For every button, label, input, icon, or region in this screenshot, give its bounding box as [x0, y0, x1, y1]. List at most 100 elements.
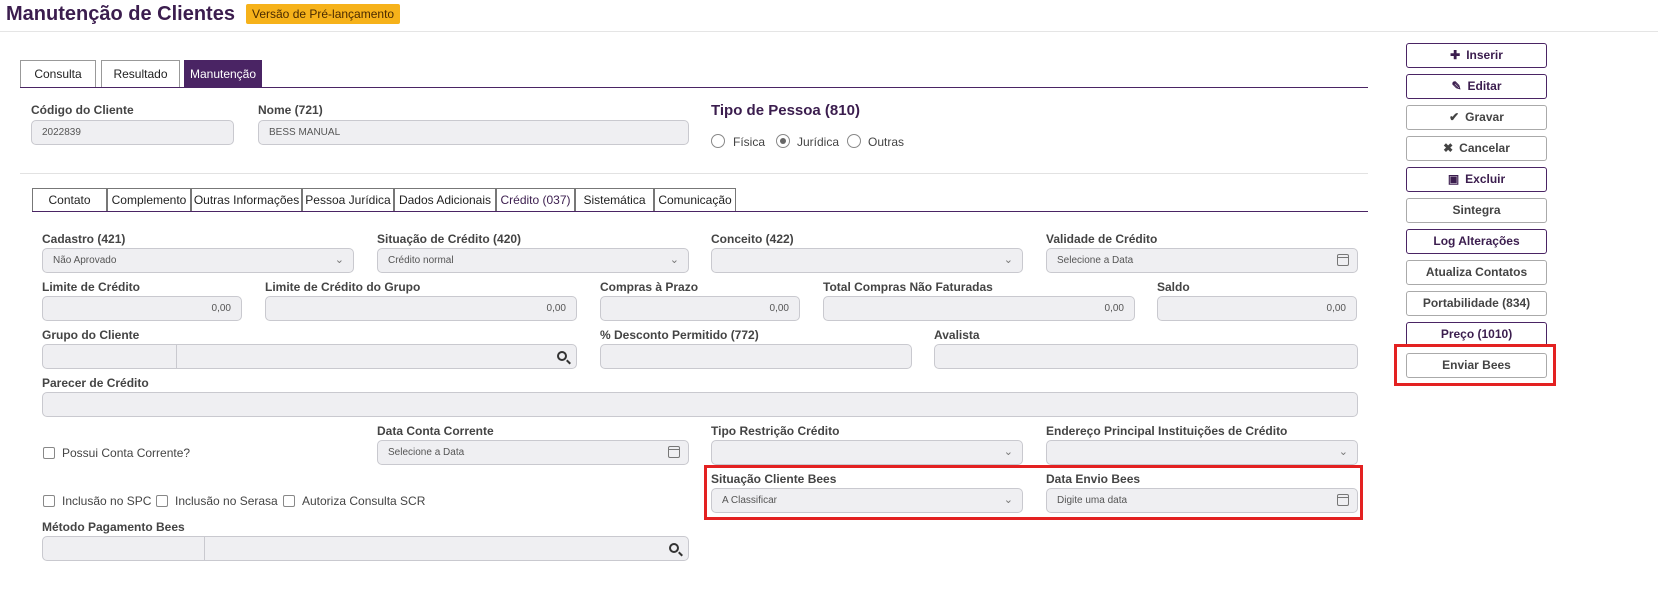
- portabilidade-button[interactable]: Portabilidade (834): [1406, 291, 1547, 316]
- trash-icon: ▣: [1447, 172, 1460, 186]
- chevron-down-icon: ⌄: [334, 254, 344, 266]
- cadastro-label: Cadastro (421): [42, 232, 126, 246]
- compras-label: Compras à Prazo: [600, 280, 699, 294]
- bees-fields-highlight: [704, 465, 1363, 520]
- tipo-restricao-label: Tipo Restrição Crédito: [711, 424, 840, 438]
- serasa-checkbox[interactable]: [156, 495, 168, 507]
- tab-consulta[interactable]: Consulta: [20, 60, 96, 88]
- times-icon: ✖: [1443, 141, 1454, 155]
- tipo-restricao-select[interactable]: ⌄: [711, 440, 1023, 465]
- metodo-lookup[interactable]: [42, 536, 689, 561]
- enviar-bees-highlight: [1394, 344, 1556, 386]
- tab-manutencao[interactable]: Manutenção: [184, 60, 262, 88]
- parecer-label: Parecer de Crédito: [42, 376, 149, 390]
- cancelar-button[interactable]: ✖ Cancelar: [1406, 136, 1547, 161]
- client-code-input[interactable]: 2022839: [31, 120, 234, 145]
- section-divider: [20, 173, 1368, 174]
- possui-cc-checkbox[interactable]: [43, 447, 55, 459]
- cadastro-value: Não Aprovado: [53, 255, 117, 266]
- desconto-input[interactable]: [600, 344, 912, 369]
- plus-icon: ✚: [1450, 48, 1461, 62]
- avalista-label: Avalista: [934, 328, 980, 342]
- conceito-select[interactable]: ⌄: [711, 248, 1023, 273]
- radio-juridica[interactable]: [776, 134, 790, 148]
- grupo-label: Grupo do Cliente: [42, 328, 140, 342]
- header-divider: [0, 31, 1658, 32]
- cadastro-select[interactable]: Não Aprovado ⌄: [42, 248, 354, 273]
- atualiza-contatos-button[interactable]: Atualiza Contatos: [1406, 260, 1547, 285]
- parecer-input[interactable]: [42, 392, 1358, 417]
- sub-tabs-underline: [32, 211, 1368, 212]
- total-nf-input[interactable]: 0,00: [823, 296, 1135, 321]
- radio-outras-label: Outras: [868, 135, 905, 149]
- chevron-down-icon: ⌄: [669, 254, 679, 266]
- sintegra-button[interactable]: Sintegra: [1406, 198, 1547, 223]
- subtab-credito[interactable]: Crédito (037): [496, 188, 575, 212]
- grupo-lookup[interactable]: [42, 344, 577, 369]
- inserir-button[interactable]: ✚ Inserir: [1406, 43, 1547, 68]
- validade-placeholder: Selecione a Data: [1057, 255, 1134, 266]
- client-code-label: Código do Cliente: [31, 103, 134, 117]
- main-tabs-underline: [20, 87, 1368, 88]
- lookup-divider: [176, 345, 177, 368]
- search-icon[interactable]: [557, 351, 567, 361]
- data-cc-placeholder: Selecione a Data: [388, 447, 465, 458]
- limite-grupo-input[interactable]: 0,00: [265, 296, 577, 321]
- possui-cc-label: Possui Conta Corrente?: [62, 446, 191, 460]
- tab-resultado[interactable]: Resultado: [101, 60, 180, 88]
- limite-input[interactable]: 0,00: [42, 296, 242, 321]
- subtab-dados-adicionais[interactable]: Dados Adicionais: [394, 188, 496, 212]
- subtab-outras-informacoes[interactable]: Outras Informações: [191, 188, 302, 212]
- subtab-comunicacao[interactable]: Comunicação: [654, 188, 736, 212]
- search-icon[interactable]: [669, 543, 679, 553]
- gravar-button[interactable]: ✔ Gravar: [1406, 105, 1547, 130]
- prerelease-badge: Versão de Pré-lançamento: [246, 4, 401, 24]
- subtab-sistematica[interactable]: Sistemática: [575, 188, 654, 212]
- data-cc-input[interactable]: Selecione a Data: [377, 440, 689, 465]
- log-alteracoes-button[interactable]: Log Alterações: [1406, 229, 1547, 254]
- serasa-label: Inclusão no Serasa: [175, 494, 278, 508]
- compras-input[interactable]: 0,00: [600, 296, 800, 321]
- chevron-down-icon: ⌄: [1003, 254, 1013, 266]
- desconto-label: % Desconto Permitido (772): [600, 328, 759, 342]
- editar-button[interactable]: ✎ Editar: [1406, 74, 1547, 99]
- edit-icon: ✎: [1451, 79, 1462, 93]
- excluir-label: Excluir: [1465, 172, 1506, 186]
- subtab-contato[interactable]: Contato: [32, 188, 107, 212]
- radio-outras[interactable]: [847, 134, 861, 148]
- scr-label: Autoriza Consulta SCR: [302, 494, 426, 508]
- spc-label: Inclusão no SPC: [62, 494, 152, 508]
- spc-checkbox[interactable]: [43, 495, 55, 507]
- chevron-down-icon: ⌄: [1338, 446, 1348, 458]
- radio-fisica-label: Física: [733, 135, 766, 149]
- situacao-credito-value: Crédito normal: [388, 255, 454, 266]
- check-icon: ✔: [1449, 110, 1460, 124]
- endereco-select[interactable]: ⌄: [1046, 440, 1358, 465]
- validade-input[interactable]: Selecione a Data: [1046, 248, 1358, 273]
- cancelar-label: Cancelar: [1459, 141, 1510, 155]
- avalista-input[interactable]: [934, 344, 1358, 369]
- person-type-label: Tipo de Pessoa (810): [711, 102, 860, 119]
- chevron-down-icon: ⌄: [1003, 446, 1013, 458]
- situacao-credito-label: Situação de Crédito (420): [377, 232, 522, 246]
- radio-juridica-label: Jurídica: [797, 135, 840, 149]
- saldo-input[interactable]: 0,00: [1157, 296, 1357, 321]
- limite-grupo-label: Limite de Crédito do Grupo: [265, 280, 421, 294]
- excluir-button[interactable]: ▣ Excluir: [1406, 167, 1547, 192]
- subtab-pessoa-juridica[interactable]: Pessoa Jurídica: [302, 188, 394, 212]
- scr-checkbox[interactable]: [283, 495, 295, 507]
- situacao-credito-select[interactable]: Crédito normal ⌄: [377, 248, 689, 273]
- client-name-input[interactable]: BESS MANUAL: [258, 120, 689, 145]
- validade-label: Validade de Crédito: [1046, 232, 1158, 246]
- gravar-label: Gravar: [1465, 110, 1504, 124]
- conceito-label: Conceito (422): [711, 232, 794, 246]
- subtab-complemento[interactable]: Complemento: [107, 188, 191, 212]
- calendar-icon[interactable]: [668, 446, 680, 458]
- editar-label: Editar: [1467, 79, 1502, 93]
- lookup-divider: [204, 537, 205, 560]
- saldo-label: Saldo: [1157, 280, 1190, 294]
- data-cc-label: Data Conta Corrente: [377, 424, 494, 438]
- inserir-label: Inserir: [1466, 48, 1503, 62]
- calendar-icon[interactable]: [1337, 254, 1349, 266]
- radio-fisica[interactable]: [711, 134, 725, 148]
